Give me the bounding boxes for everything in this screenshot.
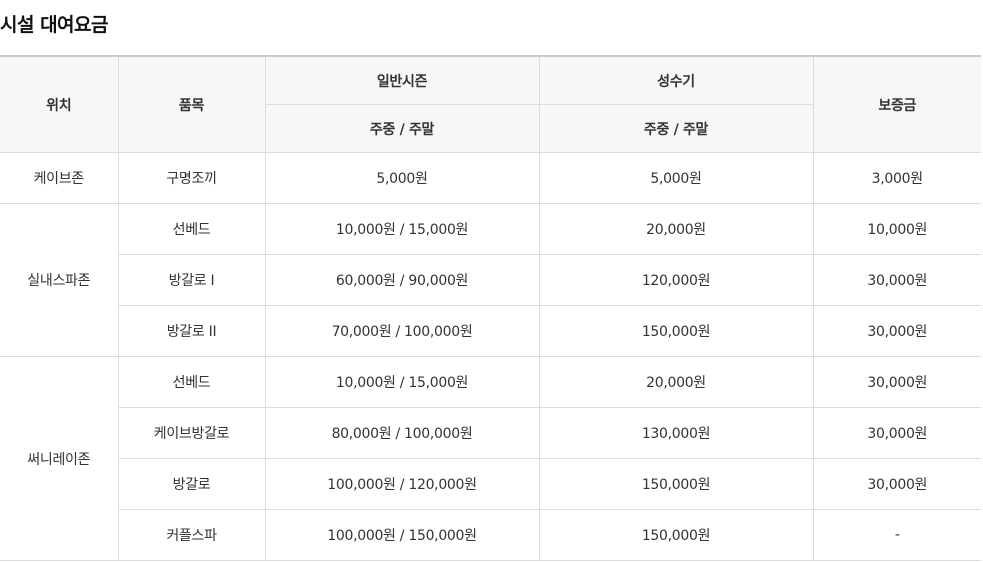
peak-season-price-cell: 20,000원 (538, 203, 814, 255)
peak-season-price-cell: 150,000원 (538, 509, 814, 561)
deposit-cell: 30,000원 (812, 458, 981, 510)
item-cell: 케이브방갈로 (118, 407, 266, 459)
item-cell: 방갈로 (118, 458, 266, 510)
header-deposit: 보증금 (812, 55, 981, 153)
table-row: 써니레이존 선베드 10,000원 / 15,000원 20,000원 30,000원 (0, 356, 981, 561)
table-row: 방갈로 100,000원 / 120,000원 150,000원 30,000원 (0, 458, 981, 510)
normal-season-price-cell: 60,000원 / 90,000원 (264, 254, 540, 306)
normal-season-price-cell: 80,000원 / 100,000원 (264, 407, 540, 459)
normal-season-price-cell: 5,000원 (264, 152, 540, 204)
peak-season-price-cell: 130,000원 (538, 407, 814, 459)
location-cell: 케이브존 (0, 152, 119, 204)
table-row: 방갈로 II 70,000원 / 100,000원 150,000원 30,000원 (0, 305, 981, 357)
header-normal-weekday-weekend: 주중 / 주말 (265, 104, 540, 153)
header-normal-season: 일반시즌 (264, 55, 540, 105)
peak-season-price-cell: 120,000원 (538, 254, 814, 306)
normal-season-price-cell: 100,000원 / 150,000원 (264, 509, 540, 561)
header-peak-season: 성수기 (538, 55, 814, 105)
header-location: 위치 (0, 55, 119, 153)
page-title: 시설 대여요금 (0, 14, 109, 36)
normal-season-price-cell: 100,000원 / 120,000원 (264, 458, 540, 510)
peak-season-price-cell: 150,000원 (538, 305, 814, 357)
item-cell: 커플스파 (118, 509, 266, 561)
deposit-cell: 30,000원 (812, 356, 981, 408)
item-cell: 선베드 (117, 356, 266, 408)
location-cell: 써니레이존 (0, 356, 119, 561)
deposit-cell: 30,000원 (812, 254, 981, 306)
table-row: 커플스파 100,000원 / 150,000원 150,000원 - (0, 509, 981, 561)
deposit-cell: 30,000원 (812, 407, 981, 459)
header-item: 품목 (117, 55, 266, 153)
table-row: 방갈로 I 60,000원 / 90,000원 120,000원 30,000원 (0, 254, 981, 306)
item-cell: 구명조끼 (117, 152, 266, 204)
header-peak-weekday-weekend: 주중 / 주말 (538, 104, 813, 153)
peak-season-price-cell: 150,000원 (538, 458, 814, 510)
deposit-cell: - (812, 509, 981, 561)
item-cell: 방갈로 II (118, 305, 266, 357)
normal-season-price-cell: 10,000원 / 15,000원 (264, 356, 540, 408)
rental-fee-table: 위치 품목 일반시즌 성수기 보증금 주중 / 주말 주중 / 주말 케이브존 구… (0, 55, 981, 561)
table-row: 실내스파존 선베드 10,000원 / 15,000원 20,000원 10,000원 (0, 203, 981, 357)
deposit-cell: 3,000원 (812, 152, 981, 204)
table-row: 케이브존 구명조끼 5,000원 5,000원 3,000원 (0, 152, 981, 204)
peak-season-price-cell: 20,000원 (538, 356, 814, 408)
deposit-cell: 30,000원 (812, 305, 981, 357)
item-cell: 선베드 (117, 203, 266, 255)
normal-season-price-cell: 70,000원 / 100,000원 (264, 305, 540, 357)
peak-season-price-cell: 5,000원 (538, 152, 814, 204)
deposit-cell: 10,000원 (812, 203, 981, 255)
table-row: 케이브방갈로 80,000원 / 100,000원 130,000원 30,000원 (0, 407, 981, 459)
normal-season-price-cell: 10,000원 / 15,000원 (264, 203, 540, 255)
item-cell: 방갈로 I (118, 254, 266, 306)
location-cell: 실내스파존 (0, 203, 119, 357)
table-body: 케이브존 구명조끼 5,000원 5,000원 3,000원 실내스파존 선베드 10,000… (0, 152, 981, 561)
